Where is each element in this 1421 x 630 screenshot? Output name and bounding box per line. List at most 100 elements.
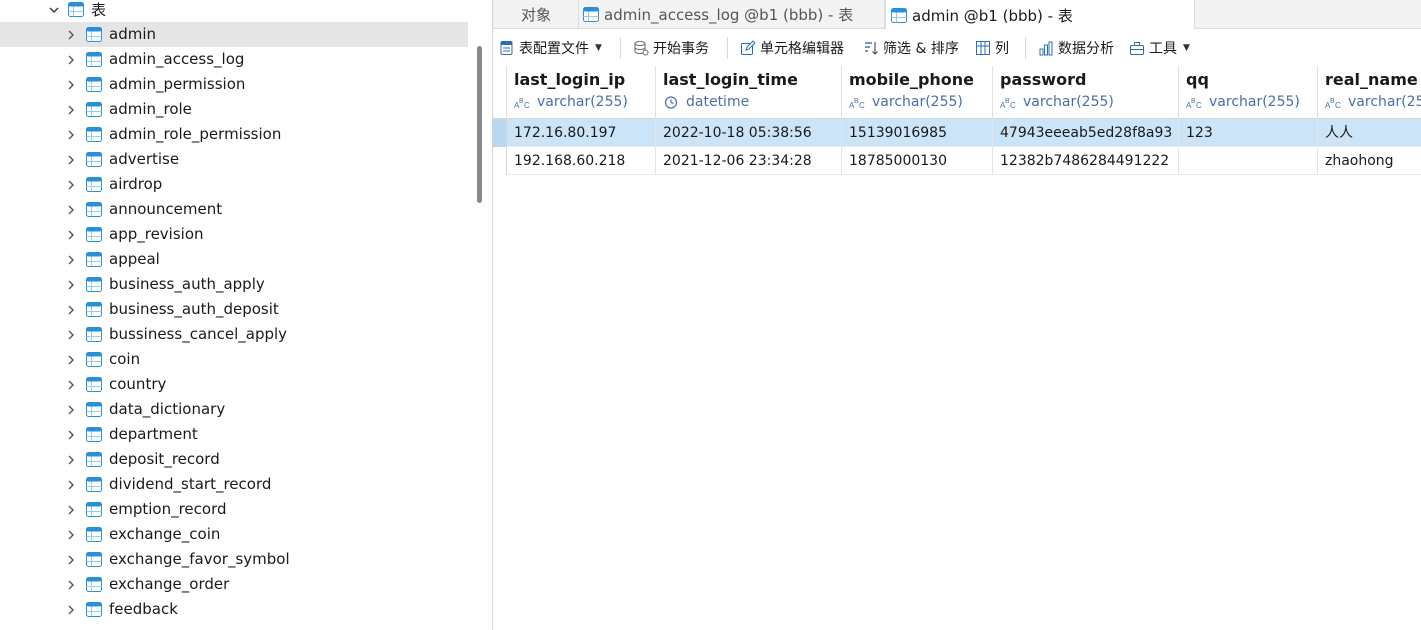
tree-item-department[interactable]: department (0, 422, 469, 447)
tree-item-admin-role[interactable]: admin_role (0, 97, 469, 122)
text-type-icon: ABC (849, 98, 865, 109)
tree-item-airdrop[interactable]: airdrop (0, 172, 469, 197)
table-cell[interactable]: 172.16.80.197 (507, 119, 656, 147)
table-cell[interactable]: 2021-12-06 23:34:28 (656, 147, 842, 175)
tree-item-app-revision[interactable]: app_revision (0, 222, 469, 247)
chevron-right-icon[interactable] (65, 279, 77, 291)
column-type: A B C varchar(25 (1325, 94, 1421, 110)
tree-item-business-auth-apply[interactable]: business_auth_apply (0, 272, 469, 297)
table-cell[interactable]: 18785000130 (842, 147, 993, 175)
chevron-right-icon[interactable] (65, 229, 77, 241)
tree-item-country[interactable]: country (0, 372, 469, 397)
tree-item-admin[interactable]: admin (0, 22, 468, 47)
table-icon (86, 102, 102, 117)
svg-text:C: C (524, 101, 530, 109)
tree-item-dividend-start-record[interactable]: dividend_start_record (0, 472, 469, 497)
table-row[interactable]: 172.16.80.197 2022-10-18 05:38:56 15139016… (493, 119, 1421, 147)
chevron-right-icon[interactable] (65, 29, 77, 41)
chevron-right-icon[interactable] (65, 179, 77, 191)
table-cell[interactable]: 192.168.60.218 (507, 147, 656, 175)
column-header-password[interactable]: password A B C varchar(255) (993, 66, 1179, 119)
tree-item-exchange-favor-symbol[interactable]: exchange_favor_symbol (0, 547, 469, 572)
filter-sort-button[interactable]: 筛选 & 排序 (863, 29, 959, 66)
tree-item-data-dictionary[interactable]: data_dictionary (0, 397, 469, 422)
chevron-right-icon[interactable] (65, 529, 77, 541)
tree-item-exchange-order[interactable]: exchange_order (0, 572, 469, 597)
table-icon (86, 77, 102, 92)
chevron-right-icon[interactable] (65, 379, 77, 391)
chevron-right-icon[interactable] (65, 454, 77, 466)
chevron-right-icon[interactable] (65, 429, 77, 441)
tree-item-appeal[interactable]: appeal (0, 247, 469, 272)
tree-item-label: exchange_coin (109, 525, 221, 543)
table-cell[interactable]: 15139016985 (842, 119, 993, 147)
tree-item-announcement[interactable]: announcement (0, 197, 469, 222)
tab-objects[interactable]: 对象 (493, 0, 579, 29)
tree-item-feedback[interactable]: feedback (0, 597, 469, 622)
table-cell[interactable] (1179, 147, 1318, 175)
tools-button[interactable]: 工具 ▼ (1129, 29, 1190, 66)
tab-admin-access-log[interactable]: admin_access_log @b1 (bbb) - 表 (579, 0, 885, 29)
tree-item-coin[interactable]: coin (0, 347, 469, 372)
data-analysis-button[interactable]: 数据分析 (1038, 29, 1114, 66)
tree-item-label: appeal (109, 250, 160, 268)
chevron-down-icon[interactable] (48, 4, 60, 16)
columns-button[interactable]: 列 (975, 29, 1009, 66)
chevron-right-icon[interactable] (65, 304, 77, 316)
chevron-right-icon[interactable] (65, 204, 77, 216)
table-cell[interactable]: 12382b7486284491222 (993, 147, 1179, 175)
begin-transaction-button[interactable]: 开始事务 (633, 29, 709, 66)
column-header-last-login-ip[interactable]: last_login_ip A B C varchar(255) (507, 66, 656, 119)
cell-editor-button[interactable]: 单元格编辑器 (740, 29, 844, 66)
toolbar-separator (1025, 37, 1026, 59)
table-config-button[interactable]: 表配置文件 ▼ (499, 29, 602, 66)
tree-item-label: app_revision (109, 225, 204, 243)
column-header-last-login-time[interactable]: last_login_time datetime (656, 66, 842, 119)
chevron-right-icon[interactable] (65, 504, 77, 516)
chevron-right-icon[interactable] (65, 129, 77, 141)
tree-item-emption-record[interactable]: emption_record (0, 497, 469, 522)
chevron-right-icon[interactable] (65, 579, 77, 591)
tree-item-exchange-coin[interactable]: exchange_coin (0, 522, 469, 547)
tree-item-business-auth-deposit[interactable]: business_auth_deposit (0, 297, 469, 322)
table-icon (86, 402, 102, 417)
chevron-right-icon[interactable] (65, 404, 77, 416)
tree-item-deposit-record[interactable]: deposit_record (0, 447, 469, 472)
row-marker[interactable] (493, 147, 507, 175)
chevron-right-icon[interactable] (65, 104, 77, 116)
tab-admin[interactable]: admin @b1 (bbb) - 表 (885, 0, 1195, 30)
column-header-mobile-phone[interactable]: mobile_phone A B C varchar(255) (842, 66, 993, 119)
chevron-right-icon[interactable] (65, 79, 77, 91)
table-icon (86, 452, 102, 467)
tree-group-tables[interactable]: 表 (0, 0, 469, 22)
column-header-real-name[interactable]: real_name A B C varchar(25 (1318, 66, 1421, 119)
tree-item-bussiness-cancel-apply[interactable]: bussiness_cancel_apply (0, 322, 469, 347)
chevron-right-icon[interactable] (65, 329, 77, 341)
table-cell[interactable]: 2022-10-18 05:38:56 (656, 119, 842, 147)
chevron-right-icon[interactable] (65, 554, 77, 566)
table-icon (86, 427, 102, 442)
table-row[interactable]: 192.168.60.218 2021-12-06 23:34:28 1878500… (493, 147, 1421, 175)
column-header-qq[interactable]: qq A B C varchar(255) (1179, 66, 1318, 119)
chevron-right-icon[interactable] (65, 254, 77, 266)
chevron-right-icon[interactable] (65, 354, 77, 366)
tree-item-label: bussiness_cancel_apply (109, 325, 288, 343)
chevron-right-icon[interactable] (65, 479, 77, 491)
table-icon (86, 127, 102, 142)
table-cell[interactable]: 47943eeeab5ed28f8a93 (993, 119, 1179, 147)
chevron-right-icon[interactable] (65, 54, 77, 66)
row-marker[interactable] (493, 119, 507, 147)
table-cell[interactable]: 人人 (1318, 119, 1421, 147)
table-cell[interactable]: zhaohong (1318, 147, 1421, 175)
chevron-right-icon[interactable] (65, 154, 77, 166)
chevron-right-icon[interactable] (65, 604, 77, 616)
tree-item-label: exchange_order (109, 575, 230, 593)
table-cell[interactable]: 123 (1179, 119, 1318, 147)
tree-item-label: admin_access_log (109, 50, 245, 68)
tree-item-admin-role-permission[interactable]: admin_role_permission (0, 122, 469, 147)
tree-item-admin-permission[interactable]: admin_permission (0, 72, 469, 97)
tree-group-label: 表 (91, 1, 107, 19)
tree-item-advertise[interactable]: advertise (0, 147, 469, 172)
tree-scrollbar[interactable] (477, 46, 482, 203)
tree-item-admin-access-log[interactable]: admin_access_log (0, 47, 469, 72)
